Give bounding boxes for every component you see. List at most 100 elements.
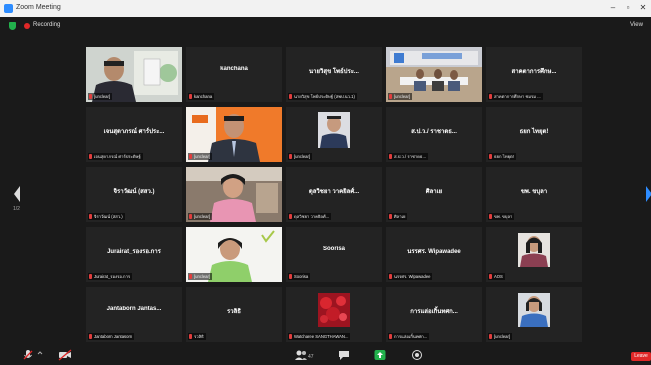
muted-mic-icon (389, 334, 392, 339)
participant-tile[interactable]: นายวิสุข โพธ์ประ... นายวิสุข โพธ์ประดิษฐ… (286, 47, 382, 102)
muted-mic-icon (189, 274, 192, 279)
participant-tile[interactable]: ขพ. ขบุลา ขพ. ขบุลา (486, 167, 582, 222)
participant-name-label: Soorisa (288, 273, 311, 280)
close-button[interactable]: ✕ (636, 2, 650, 14)
participant-name-label: เจนสุดาภรณ์ ศาร์ประดิษฐ์ (88, 153, 143, 160)
participant-tile[interactable]: [unclear] (86, 47, 182, 102)
leave-meeting-button[interactable]: Leave (631, 352, 651, 361)
muted-mic-icon (289, 334, 292, 339)
participant-tile[interactable]: Jurairat_รองรอ.การ Jurairat_รองรอ.การ (86, 227, 182, 282)
page-indicator: 1/2 (13, 206, 20, 212)
participant-name-label: Jurairat_รองรอ.การ (88, 273, 133, 280)
muted-mic-icon (189, 334, 192, 339)
participant-display-name: Jantaborn Jantas... (106, 306, 162, 312)
participant-display-name: Jurairat_รองรอ.การ (107, 249, 161, 255)
participant-name-label: [unclear] (188, 213, 213, 220)
participant-tile[interactable]: Jantaborn Jantas... Jantaborn Jantasorn (86, 287, 182, 342)
participant-name-label: [unclear] (188, 273, 213, 280)
chat-icon[interactable] (338, 349, 350, 361)
participant-name-label: รวลิธิ (188, 333, 206, 340)
participant-tile[interactable]: การแล่อเกิ้นทศก... การแล่อเกิ้นทศก... (386, 287, 482, 342)
participant-name-label: นรรศร. Wipawadee (388, 273, 433, 280)
mute-mic-icon[interactable] (22, 349, 34, 361)
participant-display-name: นายวิสุข โพธ์ประ... (309, 69, 359, 75)
muted-mic-icon (189, 154, 192, 159)
participant-tile[interactable]: จิราวัฒน์ (สสว.) จิราวัฒน์ (สสว.) (86, 167, 182, 222)
participant-tile[interactable]: รวลิธิ รวลิธิ (186, 287, 282, 342)
muted-mic-icon (89, 214, 92, 219)
share-screen-icon[interactable] (374, 349, 386, 361)
participant-tile[interactable]: ส.ป.ว./ ราชาดธ... ส.ป.ว./ ราชาดธ... (386, 107, 482, 162)
muted-mic-icon (489, 274, 492, 279)
window-titlebar: Zoom Meeting – ▫ ✕ (0, 0, 651, 17)
participant-name-label: Jantaborn Jantasorn (88, 333, 135, 340)
participant-display-name: เจนสุดาภรณ์ ศาร์ประ... (103, 129, 165, 135)
participant-tile[interactable]: [unclear] (186, 107, 282, 162)
muted-mic-icon (89, 94, 92, 99)
muted-mic-icon (189, 94, 192, 99)
muted-mic-icon (89, 274, 92, 279)
view-button[interactable]: View (630, 22, 643, 28)
participant-tile[interactable]: ธยก ไทยุต! ธยก ไทยุต! (486, 107, 582, 162)
participant-display-name: Soorisa (322, 246, 345, 252)
muted-mic-icon (289, 154, 292, 159)
participant-name-label: ศิลาเย (388, 213, 408, 220)
next-page-arrow-icon[interactable] (644, 185, 651, 203)
participant-tile[interactable]: ศิลาเย ศิลาเย (386, 167, 482, 222)
participant-tile[interactable]: สาคตาการศึกษ... สาคตาการศึกษา ชมรม ... (486, 47, 582, 102)
previous-page-arrow-icon[interactable] (12, 185, 22, 203)
muted-mic-icon (389, 214, 392, 219)
participant-name-label: kanchana (188, 93, 215, 100)
muted-mic-icon (289, 94, 292, 99)
stop-video-icon[interactable] (58, 349, 72, 361)
maximize-button[interactable]: ▫ (621, 2, 635, 14)
participant-tile[interactable]: Watcharee SANGTHAWAN... (286, 287, 382, 342)
participant-tile[interactable]: [unclear] (186, 227, 282, 282)
participant-name-label: จิราวัฒน์ (สสว.) (88, 213, 125, 220)
participant-tile[interactable]: เจนสุดาภรณ์ ศาร์ประ... เจนสุดาภรณ์ ศาร์ป… (86, 107, 182, 162)
participant-tile[interactable]: นรรศร. Wipawadee นรรศร. Wipawadee (386, 227, 482, 282)
zoom-app-icon (4, 4, 13, 13)
participant-tile[interactable]: ดุลวิชยา วาคยิลศ์... ดุลวิชยา วาคยิลศ์..… (286, 167, 382, 222)
participant-name-label: ดุลวิชยา วาคยิลศ์... (288, 213, 332, 220)
muted-mic-icon (389, 274, 392, 279)
muted-mic-icon (389, 94, 392, 99)
participant-tile[interactable]: kanchana kanchana (186, 47, 282, 102)
participants-count: 47 (308, 354, 314, 360)
participant-name-label: ส.ป.ว./ ราชาดธ... (388, 153, 428, 160)
participant-tile[interactable]: [unclear] (186, 167, 282, 222)
participant-name-label: ขพ. ขบุลา (488, 213, 515, 220)
muted-mic-icon (489, 94, 492, 99)
participant-tile-active-speaker[interactable]: [unclear] (386, 47, 482, 102)
record-icon[interactable] (411, 349, 423, 361)
participant-display-name: ส.ป.ว./ ราชาดธ... (411, 129, 457, 135)
audio-options-chevron-icon[interactable] (37, 349, 43, 361)
participant-display-name: kanchana (220, 66, 248, 72)
meeting-toolbar: 47 Leave (0, 345, 651, 365)
participant-tile[interactable]: AOS (486, 227, 582, 282)
muted-mic-icon (389, 154, 392, 159)
muted-mic-icon (489, 214, 492, 219)
muted-mic-icon (289, 274, 292, 279)
participant-name-label: Watcharee SANGTHAWAN... (288, 333, 351, 340)
participant-display-name: การแล่อเกิ้นทศก... (410, 309, 458, 315)
minimize-button[interactable]: – (606, 2, 620, 14)
participant-name-label: AOS (488, 273, 505, 280)
participant-name-label: [unclear] (488, 333, 513, 340)
muted-mic-icon (489, 334, 492, 339)
participant-display-name: จิราวัฒน์ (สสว.) (113, 189, 155, 195)
participant-name-label: สาคตาการศึกษา ชมรม ... (488, 93, 543, 100)
participant-name-label: [unclear] (388, 93, 413, 100)
participants-icon[interactable] (294, 349, 308, 361)
participant-tile[interactable]: Soorisa Soorisa (286, 227, 382, 282)
window-title: Zoom Meeting (16, 4, 61, 11)
meeting-topbar: Recording View (0, 17, 651, 35)
recording-label: Recording (33, 22, 61, 28)
participant-tile[interactable]: [unclear] (286, 107, 382, 162)
participant-display-name: นรรศร. Wipawadee (407, 249, 461, 255)
participant-name-label: การแล่อเกิ้นทศก... (388, 333, 430, 340)
participant-tile[interactable]: [unclear] (486, 287, 582, 342)
participant-name-label: นายวิสุข โพธ์ประดิษฐ์ (สพป.นว.1) (288, 93, 357, 100)
participant-name-label: [unclear] (288, 153, 313, 160)
security-shield-icon[interactable] (9, 22, 16, 30)
